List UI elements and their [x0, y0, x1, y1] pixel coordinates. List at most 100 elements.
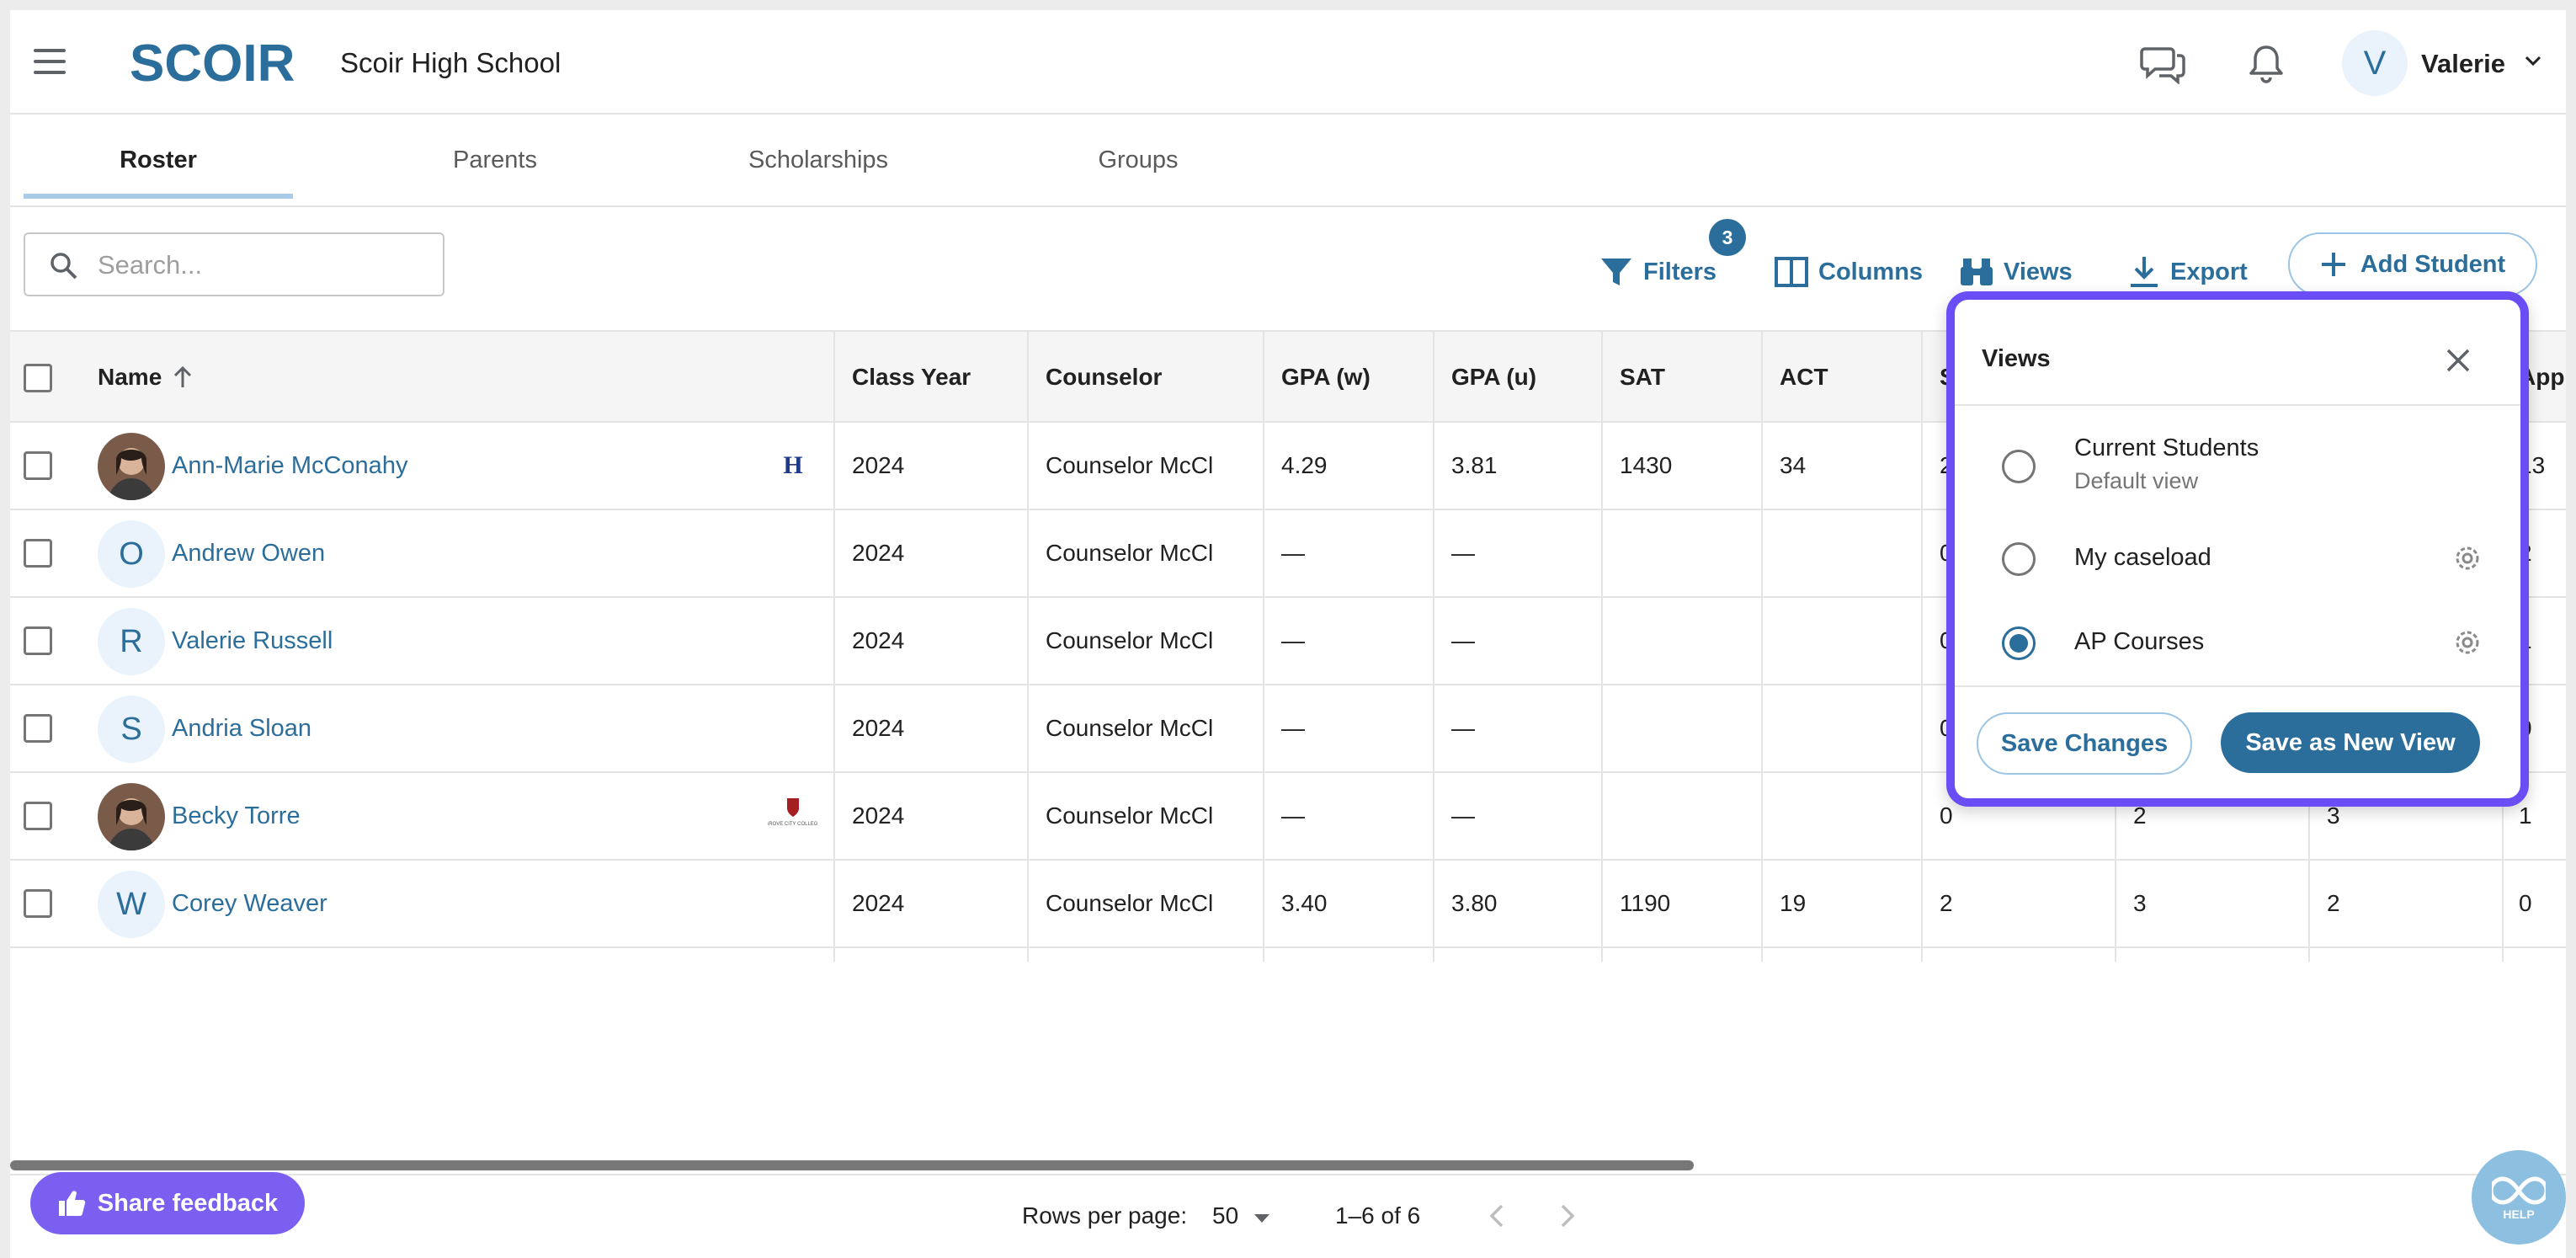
- views-popover-title: Views: [1982, 345, 2051, 372]
- save-as-new-view-button[interactable]: Save as New View: [2221, 712, 2480, 773]
- user-avatar[interactable]: V: [2342, 30, 2408, 96]
- avatar: R: [98, 608, 165, 675]
- close-icon[interactable]: [2441, 344, 2475, 377]
- column-divider: [1921, 330, 1923, 962]
- cell-sat: [1620, 598, 1788, 684]
- sort-ascending-icon[interactable]: [172, 365, 194, 389]
- tab-parents[interactable]: Parents: [360, 115, 630, 205]
- search-box[interactable]: [24, 232, 444, 296]
- cell-sat: 1190: [1620, 890, 1671, 916]
- select-all-checkbox[interactable]: [24, 364, 52, 392]
- view-option-label[interactable]: Current Students: [2074, 434, 2259, 462]
- share-feedback-label: Share feedback: [97, 1189, 279, 1217]
- rows-per-page-label: Rows per page:: [1022, 1202, 1188, 1229]
- cell-gpa-w: —: [1281, 627, 1305, 653]
- column-divider: [1027, 330, 1029, 962]
- cell-gpa-w: —: [1281, 802, 1305, 829]
- row-checkbox[interactable]: [24, 802, 52, 830]
- cell-c9: 3: [2133, 890, 2147, 916]
- college-logo: GROVE CITY COLLEGE: [768, 773, 818, 859]
- save-changes-button[interactable]: Save Changes: [1977, 712, 2192, 775]
- filters-count-badge: 3: [1709, 219, 1746, 256]
- view-option-current-students-radio[interactable]: [2002, 450, 2036, 483]
- student-name-link[interactable]: Ann-Marie McConahy: [172, 423, 407, 509]
- cell-gpa-w: 3.40: [1281, 890, 1328, 916]
- row-checkbox[interactable]: [24, 889, 52, 918]
- bell-icon[interactable]: [2246, 42, 2286, 84]
- header-class-year[interactable]: Class Year: [852, 332, 971, 423]
- gear-icon[interactable]: [2451, 626, 2483, 658]
- gear-icon[interactable]: [2451, 542, 2483, 574]
- chevron-left-icon[interactable]: [1485, 1199, 1510, 1233]
- cell-counselor: Counselor McClo...: [1046, 452, 1214, 478]
- cell-act: 19: [1780, 890, 1807, 916]
- horizontal-scrollbar-thumb[interactable]: [10, 1160, 1694, 1170]
- cell-sat: [1620, 773, 1788, 859]
- header-gpa-unweighted[interactable]: GPA (u): [1451, 332, 1536, 423]
- chevron-right-icon[interactable]: [1554, 1199, 1579, 1233]
- views-popover: Views Current Students Default view My c…: [1946, 291, 2529, 807]
- cell-act: [1780, 598, 1948, 684]
- chevron-down-icon[interactable]: [2522, 52, 2544, 69]
- help-label: HELP: [2503, 1207, 2535, 1221]
- college-logo-text: H: [783, 451, 803, 479]
- view-option-label[interactable]: My caseload: [2074, 544, 2211, 572]
- scoir-logo[interactable]: SCOIR: [130, 34, 306, 89]
- header-name[interactable]: Name: [98, 332, 194, 423]
- student-name-link[interactable]: Valerie Russell: [172, 598, 333, 684]
- tab-scholarships[interactable]: Scholarships: [684, 115, 953, 205]
- filters-button[interactable]: Filters: [1599, 251, 1716, 293]
- view-option-label[interactable]: AP Courses: [2074, 628, 2204, 656]
- table-row[interactable]: WCorey Weaver 2024 Counselor McClo... 3.40 3…: [10, 861, 2566, 948]
- add-student-button[interactable]: Add Student: [2288, 232, 2537, 296]
- export-button[interactable]: Export: [2128, 251, 2248, 293]
- avatar: O: [98, 520, 165, 588]
- active-tab-indicator: [24, 194, 293, 199]
- student-name-link[interactable]: Becky Torre: [172, 773, 301, 859]
- chat-icon[interactable]: [2140, 44, 2187, 84]
- columns-icon: [1775, 257, 1808, 287]
- columns-label: Columns: [1818, 258, 1924, 285]
- tab-groups[interactable]: Groups: [1003, 115, 1273, 205]
- header-gpa-weighted[interactable]: GPA (w): [1281, 332, 1370, 423]
- row-checkbox[interactable]: [24, 451, 52, 480]
- header-sat[interactable]: SAT: [1620, 332, 1665, 423]
- cell-class-year: 2024: [852, 627, 905, 653]
- search-input[interactable]: [96, 243, 428, 288]
- row-checkbox[interactable]: [24, 626, 52, 655]
- cell-class-year: 2024: [852, 540, 905, 566]
- cell-c10: 2: [2327, 890, 2340, 916]
- menu-icon[interactable]: [34, 47, 67, 76]
- rows-per-page-select[interactable]: 50: [1212, 1202, 1238, 1229]
- divider: [1955, 685, 2520, 687]
- share-feedback-button[interactable]: Share feedback: [30, 1172, 305, 1234]
- cell-c8: 2: [1940, 890, 1953, 916]
- views-label: Views: [2004, 258, 2073, 285]
- views-button[interactable]: Views: [1960, 251, 2073, 293]
- cell-gpa-u: —: [1451, 540, 1475, 566]
- cell-sat: 1430: [1620, 452, 1673, 478]
- header-counselor[interactable]: Counselor: [1046, 332, 1162, 423]
- columns-button[interactable]: Columns: [1775, 251, 1923, 293]
- header-act[interactable]: ACT: [1780, 332, 1828, 423]
- column-divider: [1263, 330, 1264, 962]
- row-checkbox[interactable]: [24, 539, 52, 568]
- student-name-link[interactable]: Corey Weaver: [172, 861, 327, 946]
- column-divider: [1601, 330, 1603, 962]
- cell-counselor: Counselor McClo...: [1046, 802, 1214, 829]
- student-name-link[interactable]: Andrew Owen: [172, 510, 325, 596]
- tab-roster[interactable]: Roster: [24, 115, 293, 205]
- row-checkbox[interactable]: [24, 714, 52, 743]
- view-option-ap-courses-radio[interactable]: [2002, 626, 2036, 660]
- binoculars-icon: [1961, 259, 1993, 285]
- user-name[interactable]: Valerie: [2421, 49, 2505, 79]
- cell-class-year: 2024: [852, 890, 905, 916]
- caret-down-icon[interactable]: [1253, 1213, 1271, 1224]
- tab-bar: Roster Parents Scholarships Groups: [10, 115, 2566, 207]
- student-name-link[interactable]: Andria Sloan: [172, 685, 311, 771]
- view-option-my-caseload-radio[interactable]: [2002, 542, 2036, 576]
- top-bar: SCOIR Scoir High School V Valerie: [10, 10, 2566, 115]
- cell-gpa-u: —: [1451, 715, 1475, 741]
- cell-act: 34: [1780, 452, 1807, 478]
- help-button[interactable]: HELP: [2472, 1150, 2566, 1245]
